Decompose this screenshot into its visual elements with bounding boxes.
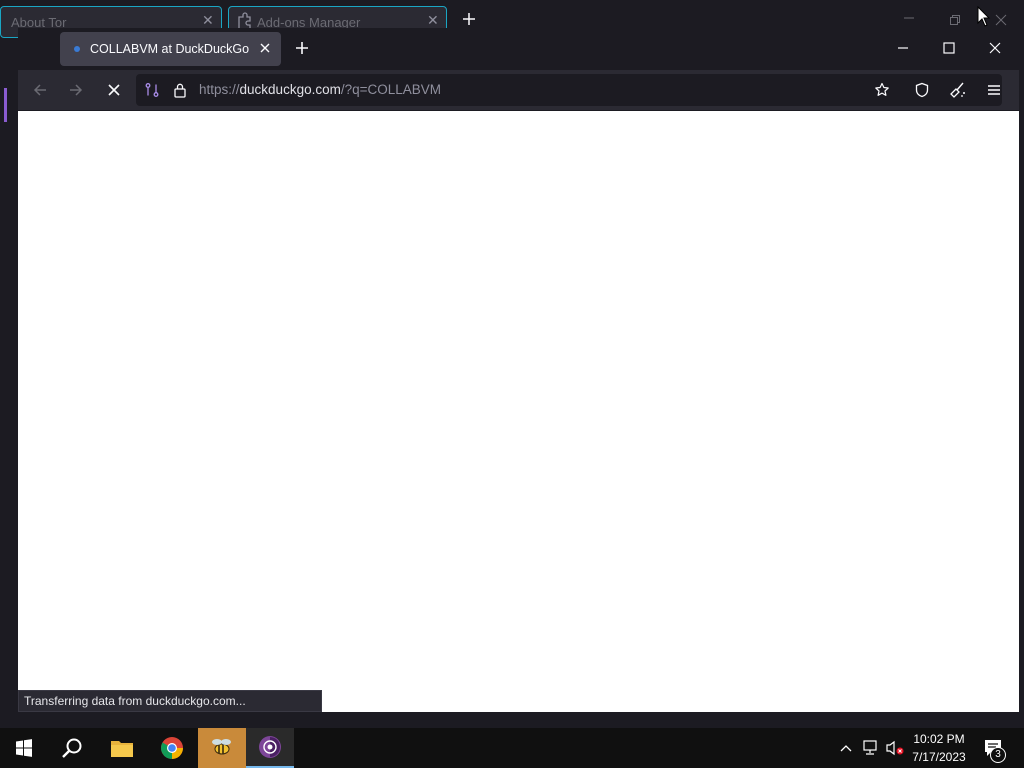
chrome-icon (160, 736, 184, 760)
page-content-area[interactable] (18, 111, 1019, 712)
url-text[interactable]: https://duckduckgo.com/?q=COLLABVM (199, 82, 441, 97)
tor-circuit-icon[interactable] (144, 82, 160, 98)
maximize-icon[interactable] (941, 40, 957, 56)
back-arrow-icon[interactable] (32, 82, 48, 98)
notification-count-badge: 3 (990, 747, 1006, 763)
url-bar[interactable]: https://duckduckgo.com/?q=COLLABVM (136, 74, 1002, 106)
taskbar-tor-browser[interactable] (246, 728, 294, 768)
new-identity-broom-icon[interactable] (949, 81, 967, 99)
search-icon (61, 737, 83, 759)
status-text: Transferring data from duckduckgo.com... (24, 694, 246, 708)
bee-app-icon (209, 737, 235, 759)
new-tab-plus-icon[interactable] (294, 40, 310, 56)
start-button[interactable] (0, 728, 48, 768)
minimize-icon[interactable] (895, 40, 911, 56)
taskbar-bee-app[interactable] (198, 728, 246, 768)
taskbar-chrome[interactable] (148, 728, 196, 768)
bg-new-tab-plus-icon[interactable] (462, 12, 476, 26)
close-window-icon[interactable] (987, 40, 1003, 56)
taskbar: 10:02 PM 7/17/2023 3 (0, 728, 1024, 768)
tor-browser-icon (258, 735, 282, 759)
bg-window-edge-accent (4, 88, 7, 122)
show-hidden-icons-chevron-up-icon[interactable] (839, 741, 853, 755)
status-panel: Transferring data from duckduckgo.com... (18, 690, 322, 712)
taskbar-search-button[interactable] (48, 728, 96, 768)
clock-time: 10:02 PM (913, 732, 965, 746)
tab-title: COLLABVM at DuckDuckGo (90, 42, 250, 56)
bg-close-icon[interactable] (995, 14, 1007, 26)
url-host: duckduckgo.com (239, 82, 341, 97)
mouse-cursor-icon (977, 6, 991, 28)
taskbar-file-explorer[interactable] (98, 728, 146, 768)
forward-arrow-icon[interactable] (68, 82, 84, 98)
stop-loading-icon[interactable] (106, 82, 122, 98)
bg-minimize-icon[interactable] (903, 12, 915, 24)
url-scheme: https:// (199, 82, 240, 97)
tab-strip: COLLABVM at DuckDuckGo (18, 28, 1019, 70)
browser-window: COLLABVM at DuckDuckGo https://duckduckg… (18, 28, 1019, 712)
tab-close-icon[interactable] (258, 41, 272, 55)
bg-restore-icon[interactable] (949, 14, 961, 26)
bg-tab-close-icon[interactable]: ✕ (427, 12, 439, 29)
clock-date: 7/17/2023 (912, 750, 966, 764)
bookmark-star-icon[interactable] (874, 82, 890, 98)
navigation-toolbar: https://duckduckgo.com/?q=COLLABVM (18, 70, 1019, 110)
lock-icon[interactable] (173, 82, 187, 98)
shield-icon[interactable] (914, 82, 930, 98)
network-icon[interactable] (862, 740, 880, 756)
bg-tab-close-icon[interactable]: ✕ (202, 12, 214, 29)
hamburger-menu-icon[interactable] (986, 82, 1002, 98)
tab-collabvm-duckduckgo[interactable]: COLLABVM at DuckDuckGo (60, 32, 281, 66)
windows-logo-icon (15, 739, 33, 757)
system-clock[interactable]: 10:02 PM 7/17/2023 (900, 730, 978, 766)
file-explorer-icon (110, 738, 134, 758)
url-path: /?q=COLLABVM (340, 82, 442, 97)
loading-favicon-icon (74, 46, 80, 52)
